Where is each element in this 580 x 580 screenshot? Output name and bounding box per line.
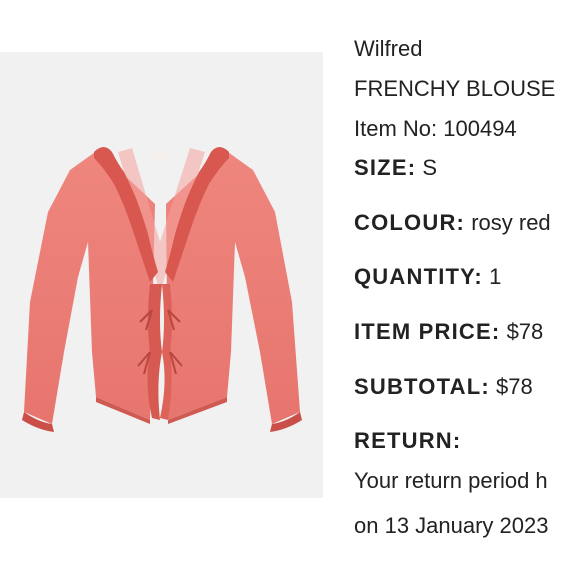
colour-value: rosy red: [471, 210, 551, 235]
return-text-line2: on 13 January 2023: [354, 513, 549, 538]
subtotal-label: SUBTOTAL:: [354, 374, 490, 399]
order-item-detail: Wilfred FRENCHY BLOUSE Item No: 100494 S…: [0, 0, 580, 580]
size-row: SIZE: S: [354, 155, 437, 181]
subtotal-value: $78: [496, 374, 533, 399]
quantity-value: 1: [489, 264, 502, 289]
size-value: S: [422, 155, 438, 180]
item-price-row: ITEM PRICE: $78: [354, 319, 543, 345]
product-name: FRENCHY BLOUSE: [354, 76, 556, 101]
item-number: Item No: 100494: [354, 116, 517, 141]
item-price-label: ITEM PRICE:: [354, 319, 501, 344]
brand-name: Wilfred: [354, 36, 423, 61]
quantity-label: QUANTITY:: [354, 264, 483, 289]
item-price-value: $78: [506, 319, 544, 344]
return-label: RETURN:: [354, 428, 462, 453]
subtotal-row: SUBTOTAL: $78: [354, 374, 533, 400]
colour-label: COLOUR:: [354, 210, 466, 235]
product-image: [0, 52, 323, 498]
blouse-image-icon: [22, 147, 302, 432]
colour-row: COLOUR: rosy red: [354, 210, 551, 236]
return-text-line1: Your return period h: [354, 468, 548, 493]
quantity-row: QUANTITY: 1: [354, 264, 501, 290]
size-label: SIZE:: [354, 155, 417, 180]
product-details: Wilfred FRENCHY BLOUSE Item No: 100494 S…: [354, 0, 580, 580]
